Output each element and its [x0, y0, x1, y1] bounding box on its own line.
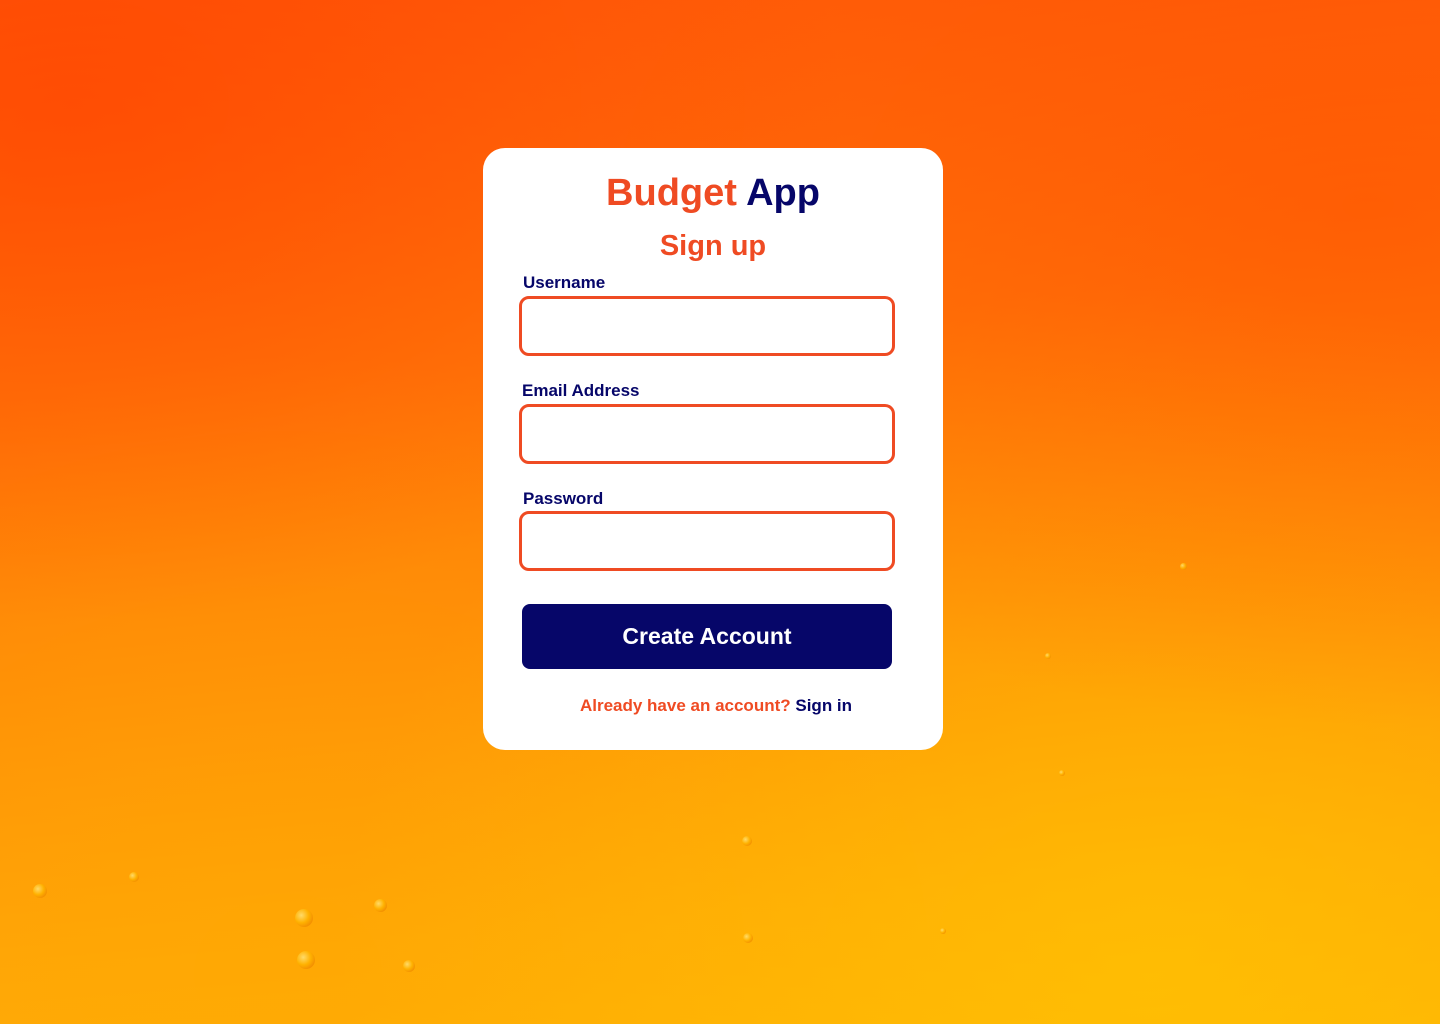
background-bubble [295, 909, 313, 927]
background-bubble [33, 884, 47, 898]
app-title-main: App [746, 172, 820, 214]
background-bubble [129, 872, 139, 882]
background-bubble [1180, 563, 1187, 570]
background-bubble [940, 928, 946, 934]
username-input[interactable] [519, 296, 895, 356]
background-bubble [1059, 770, 1065, 776]
form-heading: Sign up [659, 230, 767, 262]
email-input[interactable] [519, 404, 895, 464]
background-bubble [742, 836, 752, 846]
signin-prompt: Already have an account? Sign in [483, 694, 943, 718]
background-bubble [403, 960, 415, 972]
password-label: Password [523, 489, 604, 508]
background-bubble [297, 951, 315, 969]
background-bubble [743, 933, 753, 943]
signup-card: Budget App Sign up Username Email Addres… [483, 148, 943, 750]
app-title: Budget App [483, 168, 943, 218]
signin-link[interactable]: Sign in [795, 696, 852, 715]
username-label: Username [523, 273, 606, 292]
signin-prompt-text: Already have an account? [579, 696, 791, 715]
background-bubble [1045, 653, 1051, 659]
background-bubble [374, 899, 387, 912]
email-label: Email Address [522, 381, 640, 400]
app-title-accent: Budget [606, 172, 737, 214]
password-input[interactable] [519, 511, 895, 571]
create-account-button[interactable]: Create Account [522, 604, 892, 669]
